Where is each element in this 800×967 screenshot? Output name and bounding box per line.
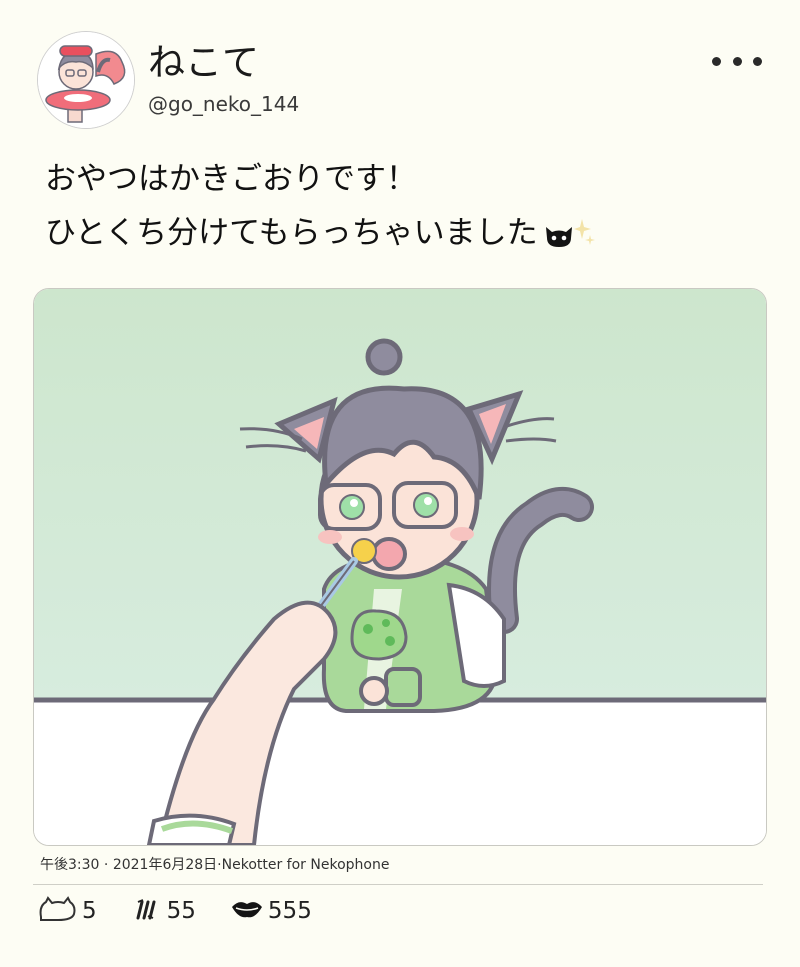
- like-count: 555: [267, 898, 312, 924]
- display-name[interactable]: ねこて: [148, 40, 259, 86]
- retweet-count: 55: [166, 898, 196, 924]
- post-time: 午後3:30: [40, 857, 100, 873]
- like-button[interactable]: 555: [230, 898, 312, 924]
- sparkle-icon: [573, 215, 596, 251]
- more-dot-icon: [712, 56, 721, 66]
- post-text: おやつはかきごおりです！ ひとくち分けてもらっちゃいました: [45, 152, 765, 266]
- avatar-image: [38, 32, 134, 128]
- post-line-1: おやつはかきごおりです！: [45, 161, 417, 197]
- post-meta: 午後3:30 · 2021年6月28日·Nekotter for Nekopho…: [40, 855, 389, 875]
- reply-count: 5: [82, 898, 97, 924]
- post-line-2: ひとくち分けてもらっちゃいました: [45, 206, 765, 266]
- like-lips-icon: [230, 898, 264, 924]
- cat-face-icon: [544, 212, 574, 266]
- post-image[interactable]: [33, 288, 767, 846]
- divider: [33, 884, 763, 885]
- reply-cat-icon: [38, 896, 78, 926]
- reply-button[interactable]: 5: [38, 896, 97, 926]
- meta-separator: ·: [99, 857, 113, 873]
- illustration: [34, 289, 766, 845]
- action-bar: 5 55 555: [38, 895, 346, 927]
- post-client: ·Nekotter for Nekophone: [217, 857, 390, 873]
- retweet-paws-icon: [131, 896, 163, 926]
- post-date: 2021年6月28日: [112, 857, 218, 873]
- avatar[interactable]: [37, 31, 135, 129]
- more-dot-icon: [732, 56, 742, 66]
- more-dot-icon: [753, 56, 762, 66]
- post-line-2-text: ひとくち分けてもらっちゃいました: [45, 215, 538, 251]
- more-options-button[interactable]: [712, 50, 762, 72]
- retweet-button[interactable]: 55: [131, 896, 196, 926]
- user-handle[interactable]: @go_neko_144: [148, 92, 299, 116]
